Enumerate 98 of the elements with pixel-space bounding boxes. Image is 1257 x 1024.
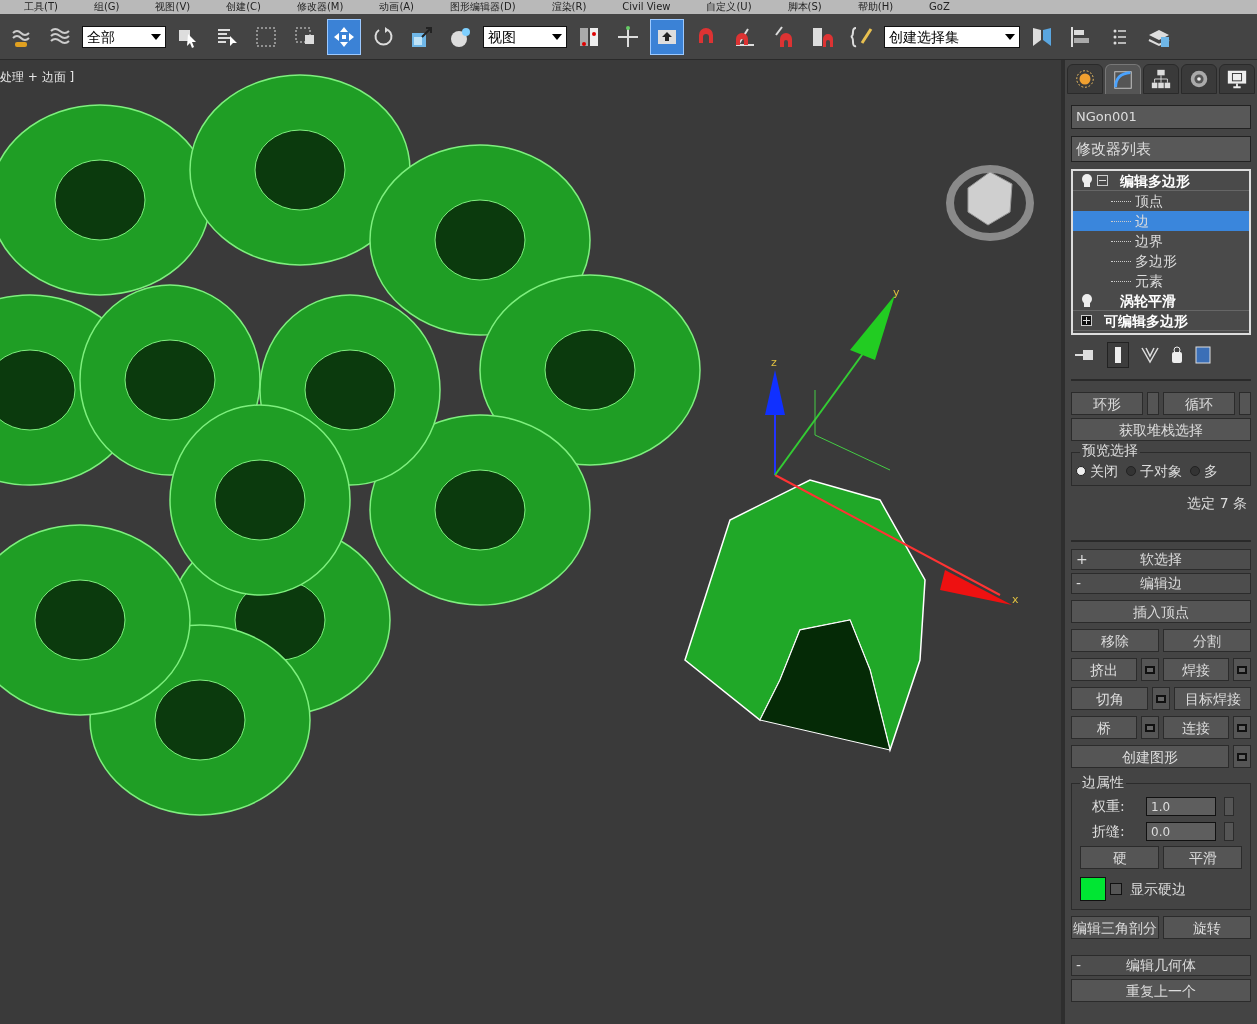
caret-icon (151, 33, 161, 40)
number-field[interactable]: 1.0 (1146, 797, 1216, 816)
pencil-braces-icon (850, 24, 874, 49)
dashed-rectangle-icon (254, 24, 278, 49)
monitor-icon (1226, 68, 1248, 90)
target-circle-icon (1188, 68, 1210, 90)
axis-label: y (893, 286, 900, 299)
sun-icon (1074, 68, 1096, 90)
modifier-name[interactable]: 编辑多边形 (1120, 173, 1190, 188)
menu-item[interactable]: 图形编辑器(D) (450, 2, 516, 12)
modifier-name[interactable]: 涡轮平滑 (1120, 293, 1176, 308)
axis-label: z (771, 356, 777, 369)
viewport-label[interactable]: 处理 + 边面 ] (0, 68, 75, 86)
button[interactable]: 目标焊接 (1174, 687, 1251, 710)
field-label: 折缝: (1092, 822, 1126, 841)
panel-tab[interactable] (1181, 64, 1217, 94)
menu-item[interactable]: 视图(V) (155, 2, 191, 12)
menu-item[interactable]: 修改器(M) (296, 2, 344, 12)
settings-button[interactable] (1141, 658, 1159, 681)
rollout-header[interactable]: - 编辑几何体 (1071, 955, 1251, 976)
button[interactable]: 获取堆栈选择 (1071, 418, 1251, 441)
axis-label: x (1012, 593, 1019, 606)
button[interactable]: 平滑 (1163, 846, 1242, 869)
radio-button[interactable] (1126, 466, 1136, 476)
scale-icon (410, 24, 434, 49)
menu-item[interactable]: 组(G) (93, 2, 120, 12)
panel-tab[interactable] (1143, 64, 1179, 94)
radio-option[interactable]: 关闭 (1076, 460, 1118, 482)
menu-item[interactable]: 工具(T) (24, 2, 58, 12)
button[interactable]: 创建图形 (1071, 745, 1229, 768)
button[interactable]: 分割 (1163, 629, 1251, 652)
up-arrow-key-button[interactable] (650, 18, 684, 55)
panel-tab[interactable] (1219, 64, 1255, 94)
button[interactable]: 环形 (1071, 392, 1143, 415)
menu-item[interactable]: GoZ (929, 2, 950, 12)
move-button[interactable] (327, 18, 361, 55)
button[interactable]: 旋转 (1163, 916, 1251, 939)
menu-item[interactable]: 动画(A) (379, 2, 415, 12)
rollout-header[interactable]: + 软选择 (1071, 549, 1251, 570)
dropdown[interactable]: 创建选择集 (884, 25, 1020, 48)
lightbulb-icon[interactable] (1081, 293, 1093, 308)
settings-button[interactable] (1141, 716, 1159, 739)
object-name-field[interactable]: NGon001 (1071, 105, 1251, 129)
dropdown[interactable]: 全部 (82, 25, 166, 48)
sub-object-item[interactable]: 元素 (1073, 271, 1249, 291)
caret-icon (552, 33, 562, 40)
button[interactable]: 挤出 (1071, 658, 1137, 681)
menu-item[interactable]: 渲染(R) (551, 2, 587, 12)
radio-button[interactable] (1076, 466, 1086, 476)
button[interactable]: 切角 (1071, 687, 1148, 710)
end-result-icon[interactable] (1107, 342, 1129, 368)
button[interactable]: 循环 (1163, 392, 1235, 415)
color-swatch[interactable] (1080, 877, 1106, 901)
settings-button[interactable] (1233, 716, 1251, 739)
caret-icon (1005, 33, 1015, 40)
button[interactable]: 桥 (1071, 716, 1137, 739)
button[interactable]: 编辑三角剖分 (1071, 916, 1159, 939)
view-cube-icon[interactable] (946, 165, 1034, 241)
dropdown[interactable]: 视图 (483, 25, 567, 48)
menu-item[interactable]: 创建(C) (226, 2, 261, 12)
field-label: 权重: (1092, 797, 1126, 816)
button[interactable]: 焊接 (1163, 658, 1229, 681)
sub-object-item[interactable]: 多边形 (1073, 251, 1249, 271)
expand-toggle[interactable] (1097, 175, 1108, 186)
hierarchy-icon (1150, 68, 1172, 90)
selection-status: 选定 7 条 (1186, 494, 1248, 513)
button[interactable]: 重复上一个 (1071, 979, 1251, 1002)
sub-object-item[interactable]: 边界 (1073, 231, 1249, 251)
menu-item[interactable]: Civil View (622, 2, 671, 12)
menu-item[interactable]: 脚本(S) (787, 2, 822, 12)
menu-item[interactable]: 自定义(U) (706, 2, 752, 12)
checkbox-label: 显示硬边 (1130, 879, 1186, 899)
checkbox[interactable] (1110, 883, 1122, 895)
radio-option[interactable]: 子对象 (1126, 460, 1182, 482)
funnel-icon[interactable] (1141, 346, 1159, 364)
crosshair-icon (616, 24, 640, 49)
button[interactable]: 连接 (1163, 716, 1229, 739)
button[interactable]: 硬 (1080, 846, 1159, 869)
sub-object-item[interactable]: 顶点 (1073, 191, 1249, 211)
button[interactable]: 移除 (1071, 629, 1159, 652)
number-field[interactable]: 0.0 (1146, 822, 1216, 841)
panel-tab[interactable] (1067, 64, 1103, 94)
radio-option[interactable]: 多 (1190, 460, 1218, 482)
button[interactable]: 插入顶点 (1071, 600, 1251, 623)
pin-icon[interactable] (1075, 348, 1095, 362)
group-title: 预览选择 (1080, 443, 1140, 457)
settings-button[interactable] (1233, 658, 1251, 681)
modifier-name[interactable]: 可编辑多边形 (1104, 313, 1188, 328)
settings-button[interactable] (1233, 745, 1251, 768)
curve-icon (1112, 68, 1134, 91)
radio-button[interactable] (1190, 466, 1200, 476)
rollout-header[interactable]: - 编辑边 (1071, 573, 1251, 594)
settings-button[interactable] (1152, 687, 1170, 710)
lightbulb-icon[interactable] (1081, 173, 1093, 188)
group-title: 边属性 (1080, 775, 1126, 789)
expand-toggle[interactable] (1081, 315, 1092, 326)
modifier-list-dropdown[interactable]: 修改器列表 (1071, 136, 1251, 162)
menu-item[interactable]: 帮助(H) (857, 2, 894, 12)
